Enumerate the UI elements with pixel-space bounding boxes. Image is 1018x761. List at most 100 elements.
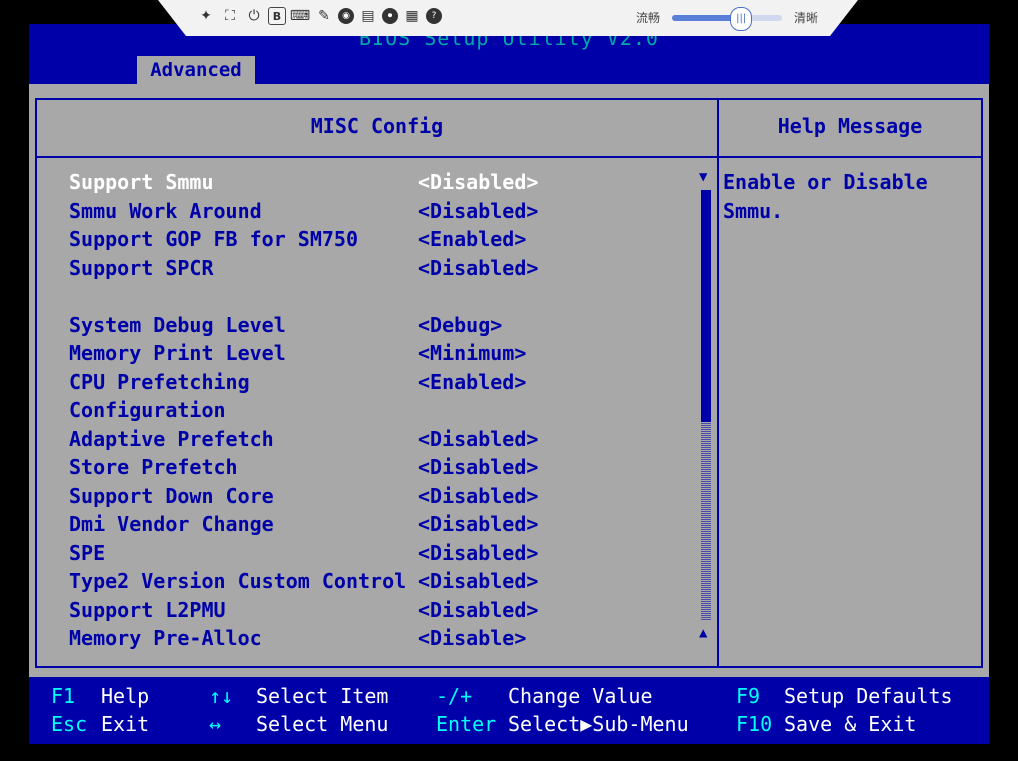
setting-label: Smmu Work Around xyxy=(69,198,262,223)
bios-screen: BIOS Setup Utility V2.0 Advanced MISC Co… xyxy=(29,24,989,744)
key-esc: Esc xyxy=(51,712,88,736)
help-title: Help Message xyxy=(777,114,923,138)
key-f9: F9 xyxy=(736,684,761,708)
fullscreen-icon[interactable]: ⛶ xyxy=(220,6,240,26)
setting-value[interactable]: <Disabled> xyxy=(418,512,538,536)
setting-value[interactable]: <Minimum> xyxy=(418,341,526,365)
setting-row[interactable]: Type2 Version Custom Control <Disabled> xyxy=(69,567,538,596)
settings-list: Support Smmu <Disabled> Smmu Work Around <D… xyxy=(69,168,538,653)
mouse-icon[interactable]: ✎ xyxy=(314,6,334,26)
setting-row[interactable]: Dmi Vendor Change <Disabled> xyxy=(69,510,538,539)
setting-value[interactable]: <Disable> xyxy=(418,626,526,650)
kvm-toolbar: ✦ ⛶ ⏻ B ⌨ ✎ ◉ ▤ ⏺ ▦? 流畅 ||| 清晰 xyxy=(158,0,858,36)
settings-spacer xyxy=(69,282,538,311)
key-leftright: ↔ xyxy=(209,712,222,736)
setting-value[interactable]: <Disabled> xyxy=(418,170,538,194)
setting-row[interactable]: Configuration xyxy=(69,396,538,425)
setting-value[interactable]: <Disabled> xyxy=(418,541,538,565)
key-enter: Enter xyxy=(436,712,497,736)
setting-label: System Debug Level xyxy=(69,312,286,337)
help-icon[interactable]: ? xyxy=(426,8,442,24)
help-divider xyxy=(719,156,981,158)
setting-label: CPU Prefetching xyxy=(69,369,250,394)
setting-label: Adaptive Prefetch xyxy=(69,426,274,451)
setting-value[interactable]: <Enabled> xyxy=(418,227,526,251)
tab-advanced[interactable]: Advanced xyxy=(137,56,255,84)
setting-row[interactable]: Support Smmu <Disabled> xyxy=(69,168,538,197)
help-text: Enable or Disable Smmu. xyxy=(723,170,928,223)
setting-row[interactable]: Support GOP FB for SM750 <Enabled> xyxy=(69,225,538,254)
key-enter-desc: Select▶Sub-Menu xyxy=(508,712,689,736)
setting-label: Support SPCR xyxy=(69,255,214,280)
setting-value[interactable]: <Disabled> xyxy=(418,427,538,451)
key-legend: F1 Help Esc Exit ↑↓ Select Item ↔ Select Men… xyxy=(29,677,989,744)
setting-value[interactable]: <Debug> xyxy=(418,313,502,337)
quality-control: 流畅 ||| 清晰 xyxy=(636,6,819,31)
setting-row[interactable]: Smmu Work Around <Disabled> xyxy=(69,197,538,226)
power-icon[interactable]: ⏻ xyxy=(244,6,264,26)
key-f10: F10 xyxy=(736,712,773,736)
key-group-2: ↑↓ Select Item ↔ Select Menu xyxy=(209,682,388,738)
key-f10-desc: Save & Exit xyxy=(784,712,917,736)
setting-label: Support Down Core xyxy=(69,483,274,508)
setting-row[interactable]: Adaptive Prefetch <Disabled> xyxy=(69,425,538,454)
key-f1-desc: Help xyxy=(101,684,150,708)
quality-clear-label: 清晰 xyxy=(794,11,819,25)
setting-label: Support GOP FB for SM750 xyxy=(69,227,358,252)
b-icon[interactable]: B xyxy=(268,7,286,25)
setting-row[interactable]: Support SPCR <Disabled> xyxy=(69,254,538,283)
key-plusminus: -/+ xyxy=(436,684,473,708)
key-updown: ↑↓ xyxy=(209,684,234,708)
quality-slider[interactable]: ||| xyxy=(672,6,783,31)
disc-icon[interactable]: ◉ xyxy=(338,8,354,24)
setting-value[interactable]: <Disabled> xyxy=(418,598,538,622)
key-f9-desc: Setup Defaults xyxy=(784,684,953,708)
pin-icon[interactable]: ✦ xyxy=(196,6,216,26)
setting-value[interactable]: <Disabled> xyxy=(418,569,538,593)
main-area: MISC Config Help Message Support Smmu <Di… xyxy=(29,84,989,677)
setting-row[interactable]: SPE <Disabled> xyxy=(69,539,538,568)
kvm-icon-group: ✦ ⛶ ⏻ B ⌨ ✎ ◉ ▤ ⏺ ▦? xyxy=(196,6,442,26)
scroll-track[interactable] xyxy=(701,422,711,620)
scrollbar[interactable]: ▼ ▲ xyxy=(699,168,711,658)
setting-row[interactable]: Store Prefetch <Disabled> xyxy=(69,453,538,482)
setting-label: SPE xyxy=(69,540,106,565)
keyboard-icon[interactable]: ⌨ xyxy=(290,6,310,26)
key-group-3: -/+ Change Value Enter Select▶Sub-Menu xyxy=(436,682,689,738)
setting-value[interactable]: <Disabled> xyxy=(418,256,538,280)
setting-value[interactable]: <Disabled> xyxy=(418,484,538,508)
key-esc-desc: Exit xyxy=(101,712,150,736)
setting-value[interactable]: <Disabled> xyxy=(418,455,538,479)
key-group-4: F9 Setup Defaults F10 Save & Exit xyxy=(736,682,953,738)
setting-row[interactable]: Support Down Core <Disabled> xyxy=(69,482,538,511)
media-icon[interactable]: ▤ xyxy=(358,6,378,26)
setting-row[interactable]: Memory Print Level <Minimum> xyxy=(69,339,538,368)
key-leftright-desc: Select Menu xyxy=(256,712,389,736)
setting-label: Configuration xyxy=(69,398,226,423)
setting-row[interactable]: CPU Prefetching <Enabled> xyxy=(69,368,538,397)
setting-label: Store Prefetch xyxy=(69,455,238,480)
setting-label: Dmi Vendor Change xyxy=(69,512,274,537)
panel-divider xyxy=(37,156,717,158)
setting-label: Type2 Version Custom Control xyxy=(69,569,407,594)
setting-label: Memory Pre-Alloc xyxy=(69,626,262,651)
key-f1: F1 xyxy=(51,684,76,708)
setting-label: Support L2PMU xyxy=(69,597,226,622)
setting-row[interactable]: Support L2PMU <Disabled> xyxy=(69,596,538,625)
scroll-thumb[interactable] xyxy=(701,190,711,422)
setting-row[interactable]: System Debug Level <Debug> xyxy=(69,311,538,340)
scroll-arrow-up-icon[interactable]: ▲ xyxy=(699,624,707,642)
setting-label: Memory Print Level xyxy=(69,341,286,366)
virtual-keyboard-icon[interactable]: ▦ xyxy=(402,6,422,26)
key-plusminus-desc: Change Value xyxy=(508,684,653,708)
key-group-1: F1 Help Esc Exit xyxy=(51,682,149,738)
setting-row[interactable]: Memory Pre-Alloc <Disable> xyxy=(69,624,538,653)
record-icon[interactable]: ⏺ xyxy=(382,8,398,24)
panel-title: MISC Config xyxy=(310,114,444,138)
setting-value[interactable]: <Disabled> xyxy=(418,199,538,223)
scroll-arrow-down-icon[interactable]: ▼ xyxy=(699,168,707,186)
slider-thumb[interactable]: ||| xyxy=(730,6,753,31)
key-updown-desc: Select Item xyxy=(256,684,389,708)
setting-label: Support Smmu xyxy=(69,170,214,195)
setting-value[interactable]: <Enabled> xyxy=(418,370,526,394)
